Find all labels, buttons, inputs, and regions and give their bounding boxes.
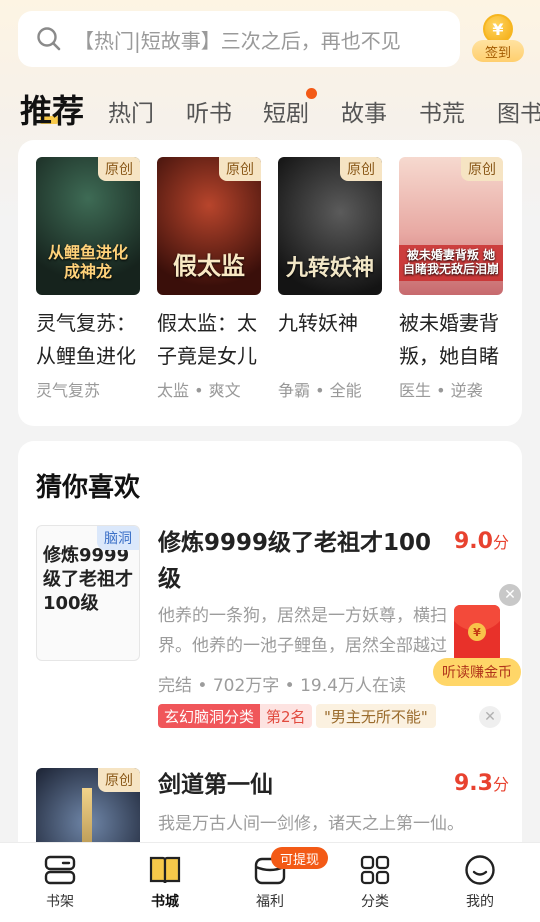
original-badge: 原创: [98, 157, 140, 181]
book-tags: 灵气复苏: [36, 381, 101, 400]
nav-bookshelf[interactable]: 书架: [20, 853, 100, 911]
rank-category: 玄幻脑洞分类: [158, 704, 261, 728]
recommend-book[interactable]: 从鲤鱼进化成神龙 原创 灵气复苏：从鲤鱼进化 灵气复苏: [36, 157, 148, 401]
nav-label: 福利: [256, 894, 284, 910]
book-tags: 争霸 • 全能: [278, 381, 362, 400]
book-title-line: 修炼9999级了老祖才100: [158, 530, 432, 556]
book-meta: 完结 • 702万字 • 19.4万人在读: [158, 676, 406, 696]
book-cover: 从鲤鱼进化成神龙 原创: [36, 157, 140, 295]
book-tags: 太监 • 爽文: [157, 381, 241, 400]
book-cover: 被未婚妻背叛 她自睹我无敌后泪崩 原创: [399, 157, 503, 295]
book-title: 灵气复苏：从鲤鱼进化: [36, 311, 136, 368]
rank-tag[interactable]: 玄幻脑洞分类 第2名: [158, 704, 312, 728]
notification-dot: [306, 88, 317, 99]
cover-title: 九转妖神: [285, 255, 374, 281]
search-placeholder: 【热门|短故事】三次之后，再也不见: [74, 28, 401, 53]
book-cover[interactable]: 修炼9999级了老祖才100级 脑洞: [36, 525, 140, 661]
nav-label: 书城: [151, 894, 179, 910]
cover-title: 从鲤鱼进化成神龙: [47, 243, 128, 281]
recommend-book[interactable]: 被未婚妻背叛 她自睹我无敌后泪崩 原创 被未婚妻背叛，她自睹 医生 • 逆袭: [399, 157, 511, 401]
original-badge: 原创: [461, 157, 503, 181]
score-unit: 分: [492, 775, 509, 794]
guess-you-like-card: 猜你喜欢 修炼9999级了老祖才100级 脑洞 修炼9999级了老祖才100 级…: [18, 441, 522, 861]
tab-book-shortage[interactable]: 书荒: [419, 94, 465, 128]
rank-position: 第2名: [260, 704, 312, 728]
book-description: 我是万古人间一剑修，诸天之上第一仙。: [158, 814, 464, 834]
section-title: 猜你喜欢: [36, 473, 141, 503]
checkin-button[interactable]: ¥ 签到: [472, 12, 524, 64]
nav-category[interactable]: 分类: [335, 853, 415, 911]
tab-label: 推荐: [20, 92, 85, 130]
tab-recommend[interactable]: 推荐: [20, 86, 84, 132]
bookshelf-icon: [43, 853, 77, 887]
book-score: 9.0分: [454, 529, 509, 554]
genre-badge: 脑洞: [97, 526, 139, 550]
description-line: 界。他养的一池子鲤鱼，居然全部越过: [158, 636, 447, 656]
book-description: 他养的一条狗，居然是一方妖尊，横扫 界。他养的一池子鲤鱼，居然全部越过: [158, 601, 476, 661]
bottom-nav: 书架 书城 福利 分类 我的: [0, 842, 540, 922]
recommend-card: 从鲤鱼进化成神龙 原创 灵气复苏：从鲤鱼进化 灵气复苏 假太监 原创 假太监：太…: [18, 140, 522, 426]
keyword-tag[interactable]: "男主无所不能": [316, 704, 436, 728]
score-value: 9.0: [454, 529, 493, 554]
tab-audiobook[interactable]: 听书: [186, 94, 232, 128]
tab-short-drama[interactable]: 短剧: [263, 94, 309, 128]
search-bar[interactable]: 【热门|短故事】三次之后，再也不见: [18, 11, 460, 67]
tab-story[interactable]: 故事: [341, 94, 387, 128]
book-title: 被未婚妻背叛，她自睹: [399, 311, 499, 368]
description-line: 他养的一条狗，居然是一方妖尊，横扫: [158, 606, 447, 626]
dismiss-icon[interactable]: ✕: [479, 706, 501, 728]
book-title[interactable]: 剑道第一仙: [158, 767, 273, 803]
nav-label: 我的: [466, 894, 494, 910]
close-icon[interactable]: ✕: [499, 584, 521, 606]
withdraw-badge: 可提现: [271, 847, 329, 869]
book-score: 9.3分: [454, 771, 509, 796]
profile-face-icon: [463, 853, 497, 887]
recommend-book[interactable]: 九转妖神 原创 九转妖神 争霸 • 全能: [278, 157, 390, 401]
nav-label: 书架: [46, 894, 74, 910]
checkin-label: 签到: [472, 40, 524, 62]
category-tabs: 推荐 热门 听书 短剧 故事 书荒 图书: [0, 84, 540, 132]
book-title: 九转妖神: [278, 311, 358, 335]
recommend-book[interactable]: 假太监 原创 假太监：太子竟是女儿 太监 • 爽文: [157, 157, 269, 401]
search-icon: [37, 27, 61, 51]
red-envelope-icon[interactable]: ¥: [454, 605, 500, 663]
book-cover: 九转妖神 原创: [278, 157, 382, 295]
cover-title: 假太监: [173, 252, 245, 281]
score-value: 9.3: [454, 771, 493, 796]
original-badge: 原创: [98, 768, 140, 792]
book-title[interactable]: 修炼9999级了老祖才100 级: [158, 525, 434, 597]
book-tags: 医生 • 逆袭: [399, 381, 483, 400]
cover-title: 被未婚妻背叛 她自睹我无敌后泪崩: [399, 245, 503, 281]
category-grid-icon: [358, 853, 392, 887]
nav-bookstore[interactable]: 书城: [125, 853, 205, 911]
cover-title: 修炼9999级了老祖才100级: [43, 545, 133, 614]
tab-books[interactable]: 图书: [497, 94, 540, 128]
original-badge: 原创: [219, 157, 261, 181]
coin-icon: ¥: [468, 623, 486, 641]
book-cover: 假太监 原创: [157, 157, 261, 295]
listen-earn-coins-button[interactable]: 听读赚金币: [433, 658, 521, 686]
bookstore-icon: [148, 853, 182, 887]
score-unit: 分: [492, 533, 509, 552]
nav-label: 分类: [361, 894, 389, 910]
book-title-line: 级: [158, 566, 181, 592]
book-title: 假太监：太子竟是女儿: [157, 311, 257, 368]
tab-hot[interactable]: 热门: [108, 94, 154, 128]
nav-profile[interactable]: 我的: [440, 853, 520, 911]
original-badge: 原创: [340, 157, 382, 181]
